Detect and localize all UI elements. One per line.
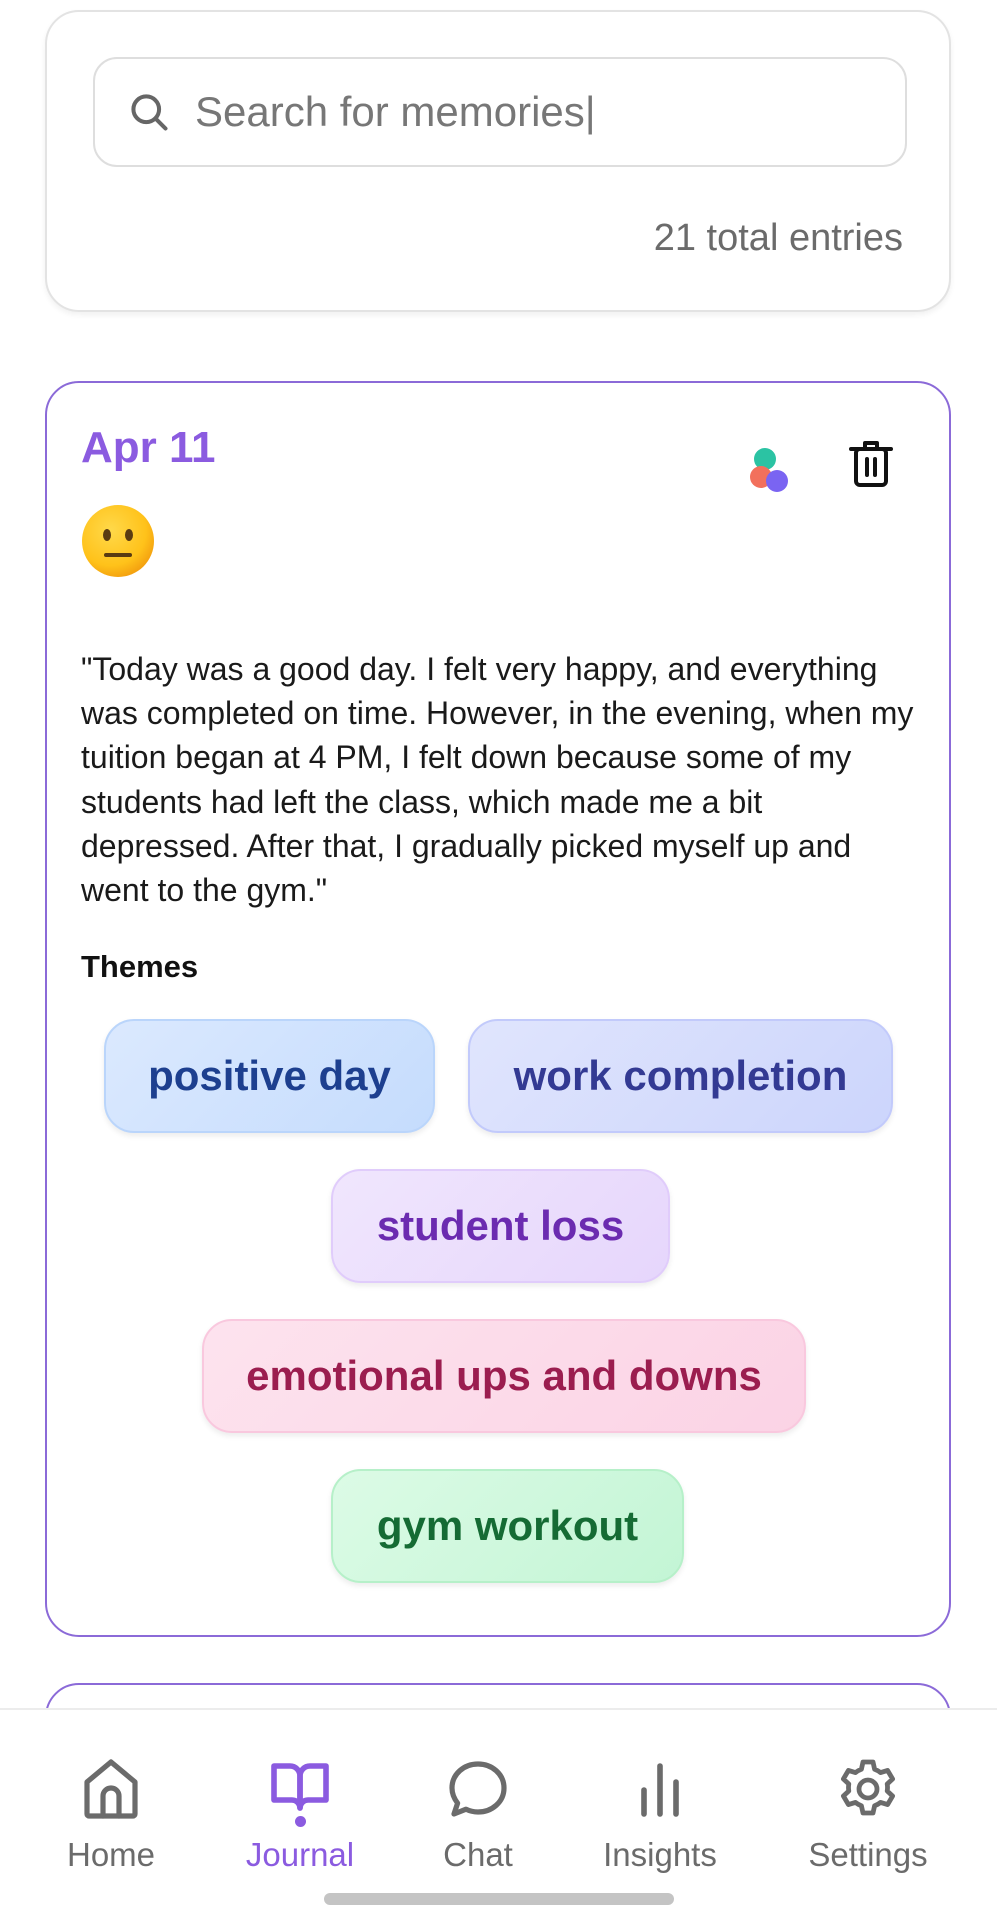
- gear-icon: [841, 1759, 895, 1816]
- nav-item-home[interactable]: Home: [21, 1756, 201, 1886]
- search-box[interactable]: [93, 57, 907, 167]
- home-indicator-bar[interactable]: [324, 1893, 674, 1905]
- home-icon: [84, 1759, 138, 1819]
- bar-chart-icon: [641, 1763, 679, 1817]
- nav-item-journal[interactable]: Journal: [210, 1756, 390, 1886]
- entry-color-dots-icon[interactable]: [747, 443, 795, 499]
- active-indicator-dot: [294, 1816, 306, 1827]
- theme-chip[interactable]: emotional ups and downs: [202, 1319, 806, 1433]
- entry-text: "Today was a good day. I felt very happy…: [81, 651, 914, 909]
- journal-page: 21 total entries Apr 11: [0, 0, 997, 1920]
- theme-chip[interactable]: gym workout: [331, 1469, 684, 1583]
- search-icon: [131, 94, 168, 131]
- bottom-navigation-bar: Home Journal Chat Insights Settings: [0, 1708, 997, 1920]
- delete-entry-button[interactable]: [847, 437, 895, 491]
- theme-chip[interactable]: positive day: [104, 1019, 435, 1133]
- search-card: 21 total entries: [45, 10, 951, 312]
- search-input[interactable]: [195, 88, 875, 136]
- chat-bubble-icon: [449, 1761, 507, 1817]
- nav-label-insights: Insights: [603, 1836, 717, 1873]
- neutral-face-emoji-icon: [82, 505, 154, 577]
- nav-label-chat: Chat: [443, 1836, 513, 1873]
- nav-label-home: Home: [66, 1836, 156, 1873]
- total-entries-count: 21 total entries: [653, 217, 903, 259]
- nav-label-journal: Journal: [245, 1836, 355, 1873]
- nav-item-settings[interactable]: Settings: [778, 1756, 958, 1886]
- nav-label-settings: Settings: [808, 1836, 928, 1873]
- nav-item-insights[interactable]: Insights: [570, 1756, 750, 1886]
- theme-chip[interactable]: work completion: [468, 1019, 893, 1133]
- nav-item-chat[interactable]: Chat: [388, 1756, 568, 1886]
- theme-chip[interactable]: student loss: [331, 1169, 670, 1283]
- entry-date: Apr 11: [81, 423, 216, 472]
- journal-entry-card[interactable]: Apr 11 "Today was a good day. I felt ver…: [45, 381, 951, 1637]
- book-icon: [271, 1763, 329, 1811]
- themes-heading: Themes: [81, 949, 199, 984]
